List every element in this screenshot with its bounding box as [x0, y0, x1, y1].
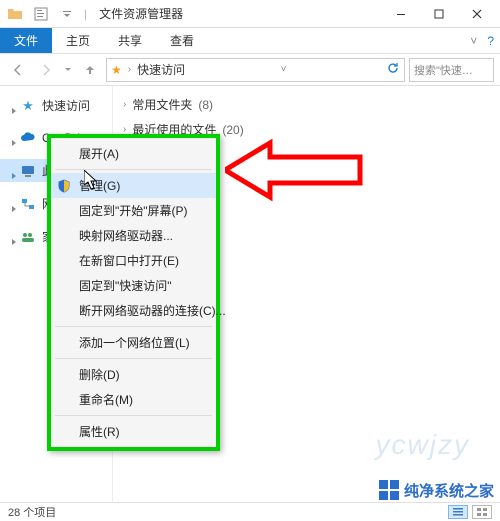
- homegroup-icon: [20, 229, 36, 245]
- annotation-arrow: [225, 135, 365, 208]
- ctx-manage[interactable]: 管理(G): [51, 173, 216, 198]
- quick-launch: | 文件资源管理器: [4, 3, 183, 25]
- tab-share[interactable]: 共享: [104, 28, 156, 53]
- group-label: 常用文件夹: [132, 96, 192, 113]
- ctx-rename[interactable]: 重命名(M): [51, 387, 216, 412]
- ctx-separator: [55, 415, 212, 416]
- window-controls: [382, 0, 496, 28]
- status-bar: 28 个项目: [0, 502, 500, 521]
- view-toggle: [448, 505, 492, 519]
- expand-toggle-icon[interactable]: [10, 235, 14, 239]
- ctx-separator: [55, 358, 212, 359]
- address-box[interactable]: ★ › 快速访问 ˅: [106, 58, 405, 82]
- ctx-pin-start[interactable]: 固定到"开始"屏幕(P): [51, 198, 216, 223]
- help-icon[interactable]: ?: [487, 34, 494, 48]
- ctx-delete[interactable]: 删除(D): [51, 362, 216, 387]
- ctx-separator: [55, 326, 212, 327]
- maximize-button[interactable]: [420, 0, 458, 28]
- window-title: 文件资源管理器: [99, 5, 183, 22]
- expand-toggle-icon[interactable]: [10, 136, 14, 140]
- ctx-map-drive[interactable]: 映射网络驱动器...: [51, 223, 216, 248]
- cloud-icon: [20, 130, 36, 146]
- ctx-open-new[interactable]: 在新窗口中打开(E): [51, 248, 216, 273]
- sidebar-item-label: 快速访问: [42, 97, 90, 114]
- nav-up-button[interactable]: [78, 58, 102, 82]
- ctx-pin-quick[interactable]: 固定到"快速访问": [51, 273, 216, 298]
- address-bar: ★ › 快速访问 ˅ 搜索"快速…: [0, 54, 500, 86]
- group-count: (8): [198, 98, 213, 112]
- cursor-icon: [84, 170, 100, 193]
- minimize-button[interactable]: [382, 0, 420, 28]
- quick-access-star-icon: ★: [111, 63, 122, 77]
- context-menu-highlight-box: 展开(A) 管理(G) 固定到"开始"屏幕(P) 映射网络驱动器... 在新窗口…: [47, 134, 220, 451]
- nav-back-button[interactable]: [6, 58, 30, 82]
- tab-view[interactable]: 查看: [156, 28, 208, 53]
- view-details-button[interactable]: [448, 505, 468, 519]
- group-frequent-folders[interactable]: › 常用文件夹 (8): [123, 96, 490, 113]
- nav-recent-dropdown[interactable]: [62, 58, 74, 82]
- qat-dropdown-icon[interactable]: [56, 3, 78, 25]
- view-large-icons-button[interactable]: [472, 505, 492, 519]
- properties-icon[interactable]: [30, 3, 52, 25]
- title-separator: |: [84, 7, 87, 21]
- ribbon-right: ˅ ?: [470, 28, 500, 53]
- title-bar: | 文件资源管理器: [0, 0, 500, 28]
- breadcrumb-current[interactable]: 快速访问: [137, 61, 185, 78]
- chevron-right-icon: ›: [128, 64, 131, 75]
- folder-icon[interactable]: [4, 3, 26, 25]
- tab-home[interactable]: 主页: [52, 28, 104, 53]
- pc-icon: [20, 163, 36, 179]
- ctx-expand[interactable]: 展开(A): [51, 141, 216, 166]
- chevron-dropdown-icon[interactable]: ˅: [281, 64, 287, 75]
- close-button[interactable]: [458, 0, 496, 28]
- chevron-right-icon: ›: [123, 99, 126, 110]
- expand-toggle-icon[interactable]: [10, 104, 14, 108]
- expand-toggle-icon[interactable]: [10, 202, 14, 206]
- ribbon-expand-icon[interactable]: ˅: [470, 34, 477, 48]
- ctx-separator: [55, 169, 212, 170]
- expand-toggle-icon[interactable]: [10, 169, 14, 173]
- shield-icon: [57, 179, 71, 193]
- ribbon-tabs: 文件 主页 共享 查看 ˅ ?: [0, 28, 500, 54]
- status-item-count: 28 个项目: [8, 504, 56, 520]
- tab-file[interactable]: 文件: [0, 28, 52, 53]
- ctx-properties[interactable]: 属性(R): [51, 419, 216, 444]
- refresh-icon[interactable]: [386, 61, 400, 78]
- context-menu: 展开(A) 管理(G) 固定到"开始"屏幕(P) 映射网络驱动器... 在新窗口…: [51, 138, 216, 447]
- network-icon: [20, 196, 36, 212]
- star-icon: ★: [20, 98, 36, 114]
- search-input[interactable]: 搜索"快速…: [409, 58, 494, 82]
- ctx-add-net-location[interactable]: 添加一个网络位置(L): [51, 330, 216, 355]
- nav-forward-button[interactable]: [34, 58, 58, 82]
- sidebar-item-quick-access[interactable]: ★ 快速访问: [0, 94, 112, 117]
- search-placeholder: 搜索"快速…: [414, 62, 473, 78]
- ctx-disconnect[interactable]: 断开网络驱动器的连接(C)...: [51, 298, 216, 323]
